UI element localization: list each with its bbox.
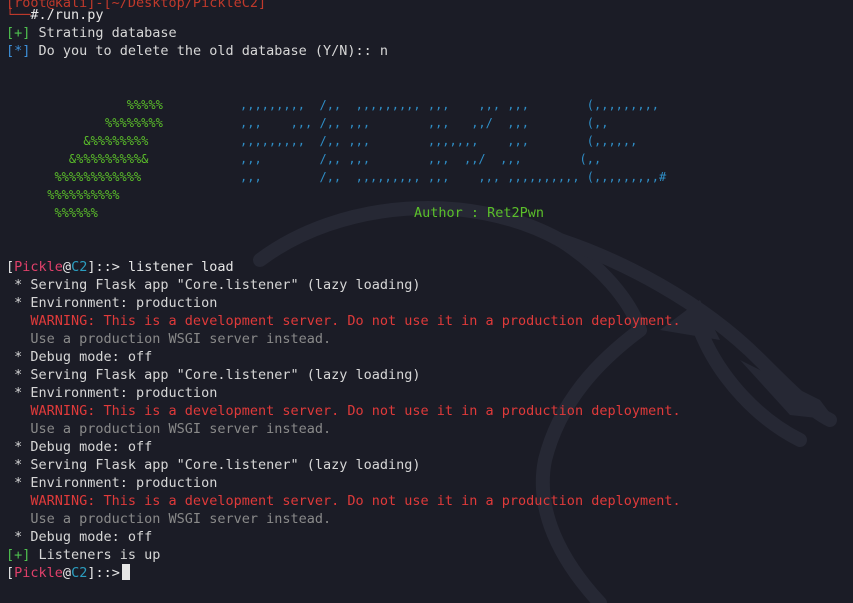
wsgi-hint-line: Use a production WSGI server instead. (6, 421, 332, 437)
prompt-listener-load: [Pickle@C2]::> listener load (6, 259, 234, 275)
serving-line: * Serving Flask app "Core.listener" (laz… (6, 457, 421, 473)
debug-line: * Debug mode: off (6, 349, 153, 365)
prompt-top-command: └──#./run.py (6, 7, 104, 23)
author-credit: Author : Ret2Pwn (414, 205, 545, 221)
terminal-cursor[interactable] (121, 564, 130, 580)
environment-line: * Environment: production (6, 295, 218, 311)
wsgi-hint-line: Use a production WSGI server instead. (6, 511, 332, 527)
ascii-logo-left-line: &%%%%%%%%%& (40, 152, 149, 166)
terminal-output: [root@kali]-[~/Desktop/PickleC2] └──#./r… (6, 0, 681, 594)
ascii-logo-left-line: %%%%%%%%%%%% (40, 170, 142, 184)
ascii-logo-right-line: ,,, ,,, /,, ,,, ,,, ,,/ ,,, (,, (240, 116, 609, 130)
ascii-logo-right-line: ,,,,,,,,, /,, ,,,,,,,,, ,,, ,,, ,,, (,,,… (240, 98, 660, 112)
intro-line-delete-prompt: [*] Do you to delete the old database (Y… (6, 43, 389, 59)
serving-line: * Serving Flask app "Core.listener" (laz… (6, 277, 421, 293)
environment-line: * Environment: production (6, 385, 218, 401)
active-prompt[interactable]: [Pickle@C2]::> (6, 564, 130, 582)
ascii-logo-left-line: &%%%%%%%% (40, 134, 149, 148)
debug-line: * Debug mode: off (6, 529, 153, 545)
debug-line: * Debug mode: off (6, 439, 153, 455)
warning-line: WARNING: This is a development server. D… (6, 403, 681, 419)
serving-line: * Serving Flask app "Core.listener" (laz… (6, 367, 421, 383)
ascii-logo-right-line: ,,, /,, ,,,,,,,,, ,,, ,,, ,,,,,,,,,, (,,… (240, 170, 667, 184)
ascii-logo-left-line: %%%%% (40, 98, 163, 112)
ascii-logo-left-line: %%%%%%%% (40, 116, 163, 130)
listeners-status-line: [+] Listeners is up (6, 547, 161, 563)
ascii-logo-left-line: %%%%%% (40, 206, 98, 220)
warning-line: WARNING: This is a development server. D… (6, 313, 681, 329)
intro-line-database: [+] Strating database (6, 25, 177, 41)
warning-line: WARNING: This is a development server. D… (6, 493, 681, 509)
ascii-logo-left-line: %%%%%%%%%% (40, 188, 120, 202)
environment-line: * Environment: production (6, 475, 218, 491)
wsgi-hint-line: Use a production WSGI server instead. (6, 331, 332, 347)
ascii-logo-right-line: ,,,,,,,,, /,, ,,, ,,,,,,, ,,, (,,,,,, (240, 134, 638, 148)
ascii-logo-right-line: ,,, /,, ,,, ,,, ,,/ ,,, (,, (240, 152, 602, 166)
